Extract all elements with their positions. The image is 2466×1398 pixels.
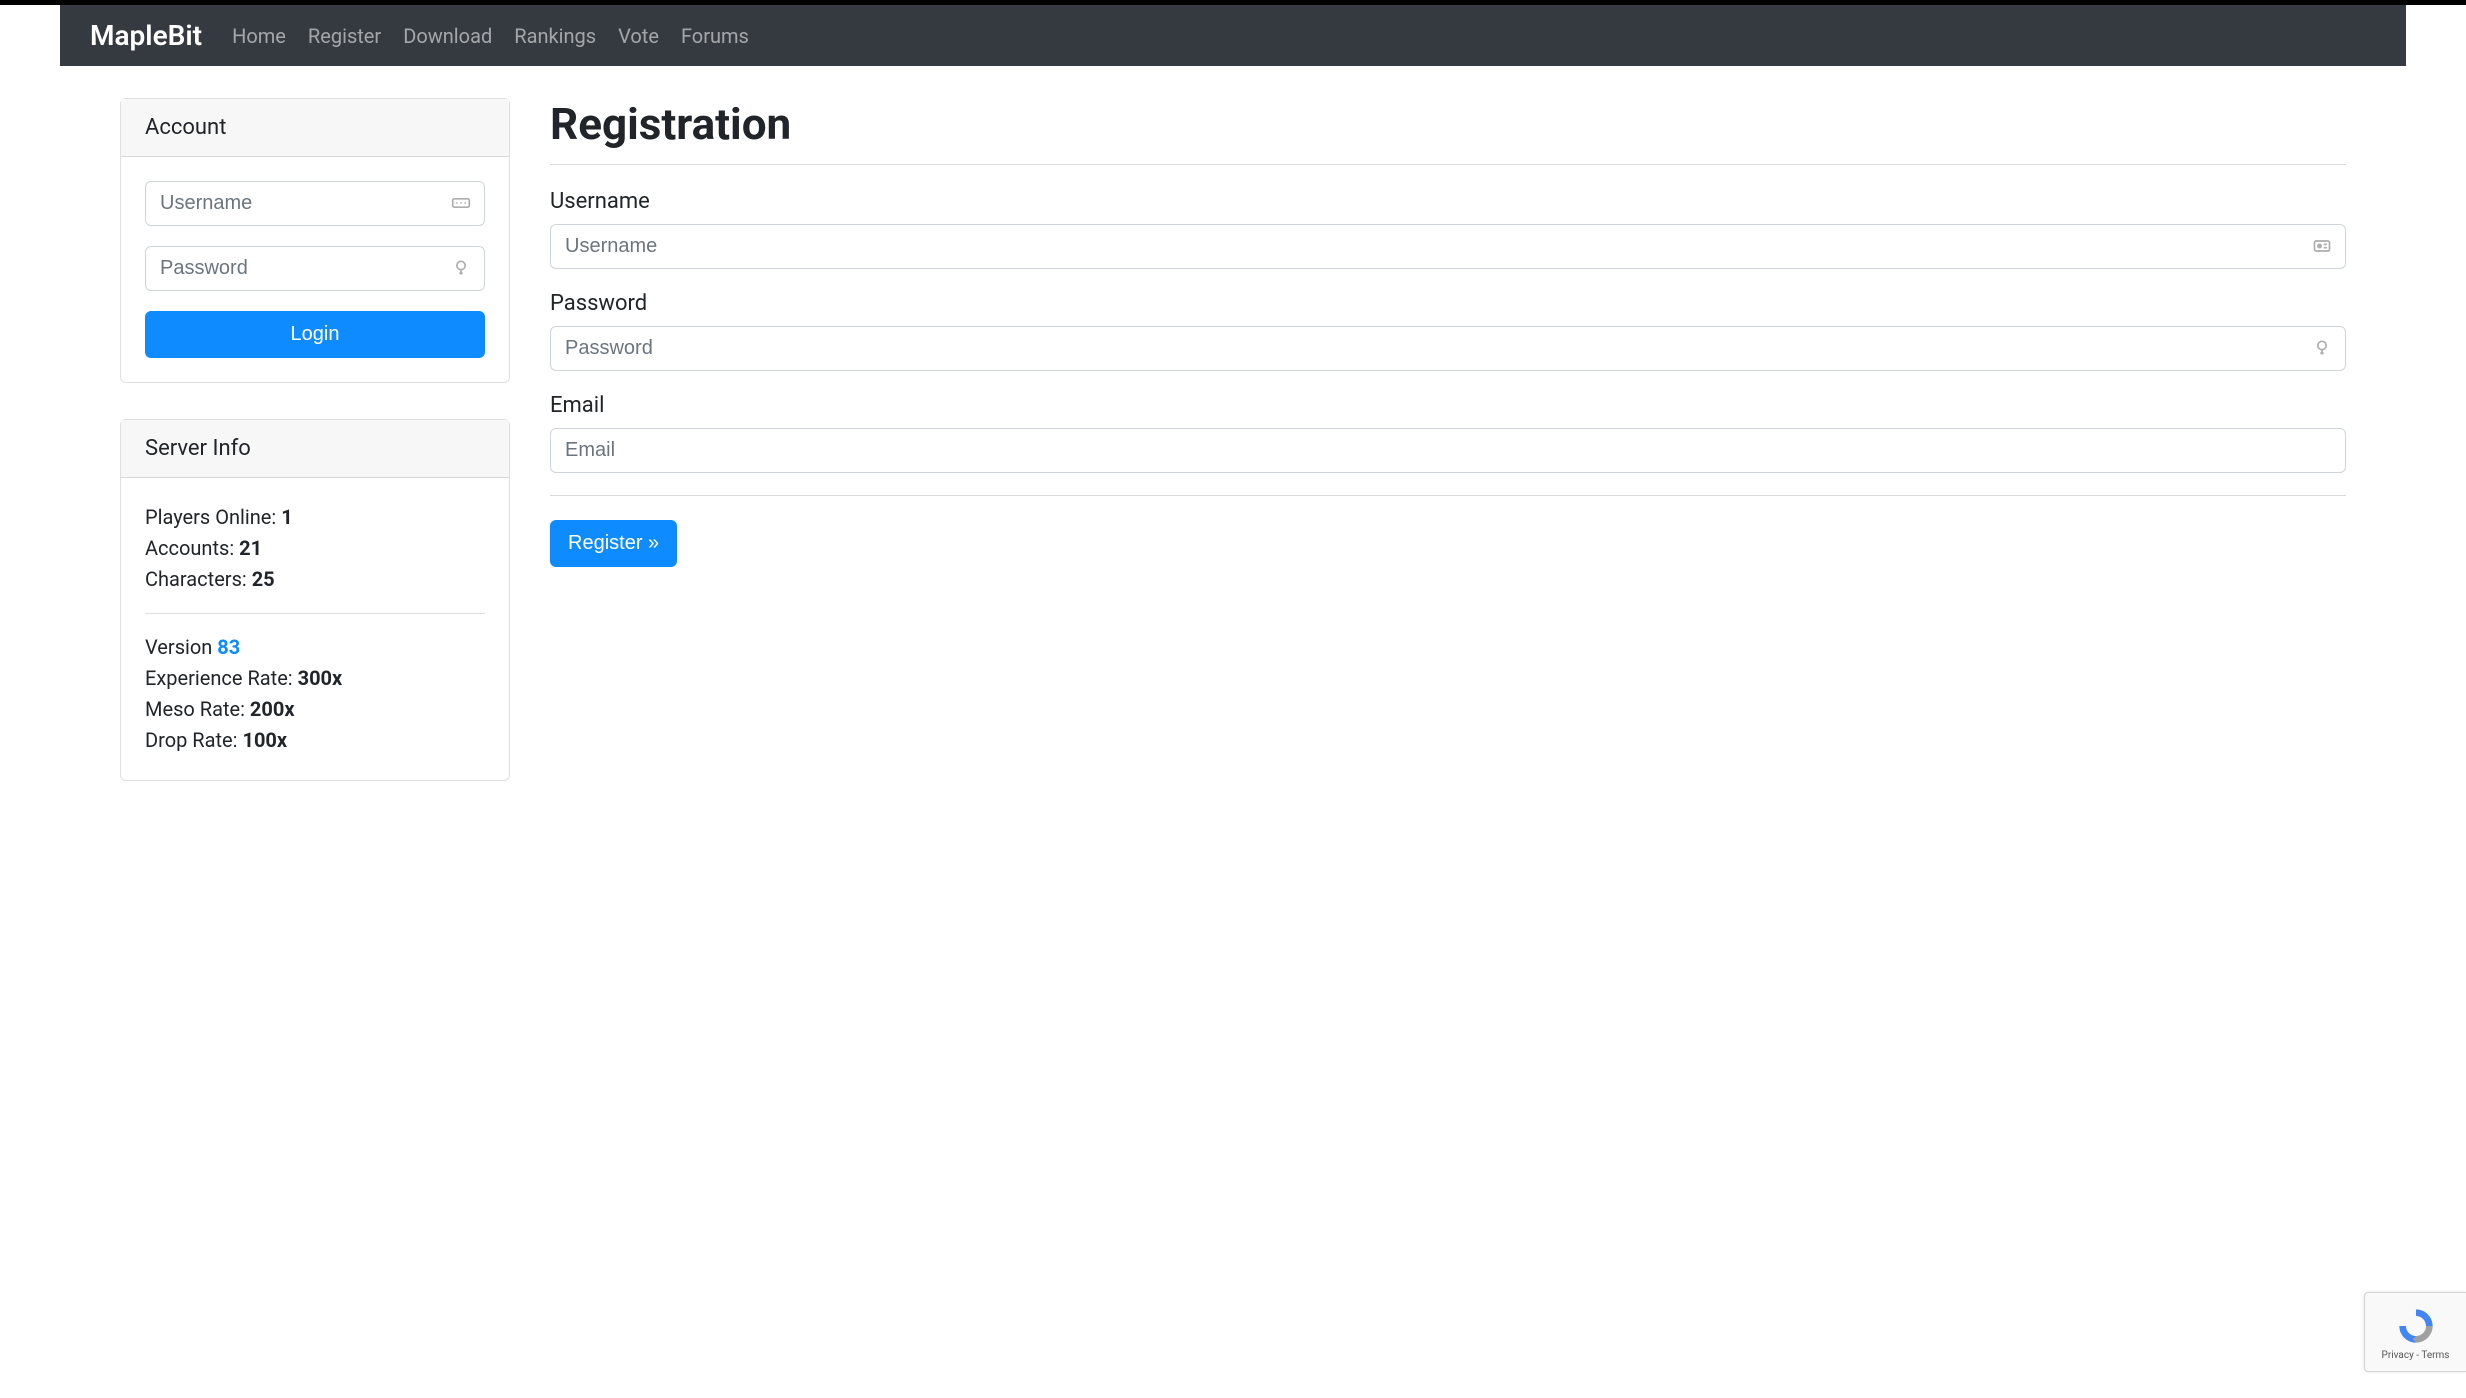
characters-value: 25 [252, 567, 275, 591]
drop-rate-value: 100x [242, 728, 287, 752]
account-card: Account Login [120, 98, 510, 383]
nav-vote[interactable]: Vote [618, 24, 659, 48]
key-icon [2312, 338, 2332, 358]
server-info-heading: Server Info [121, 420, 509, 478]
version-value: 83 [217, 635, 240, 659]
register-email-input[interactable] [550, 428, 2346, 473]
players-online-label: Players Online: [145, 505, 281, 529]
accounts-row: Accounts: 21 [145, 533, 485, 564]
navbar: MapleBit Home Register Download Rankings… [60, 5, 2406, 66]
key-icon [451, 258, 471, 278]
nav-rankings[interactable]: Rankings [514, 24, 596, 48]
exp-rate-row: Experience Rate: 300x [145, 663, 485, 694]
login-username-input[interactable] [145, 181, 485, 226]
form-divider [550, 495, 2346, 496]
meso-rate-label: Meso Rate: [145, 697, 250, 721]
recaptcha-footer: Privacy - Terms [2382, 1350, 2450, 1361]
nav-register[interactable]: Register [308, 24, 381, 48]
meso-rate-row: Meso Rate: 200x [145, 694, 485, 725]
login-password-input[interactable] [145, 246, 485, 291]
characters-label: Characters: [145, 567, 252, 591]
nav-forums[interactable]: Forums [681, 24, 749, 48]
title-divider [550, 164, 2346, 165]
nav-download[interactable]: Download [403, 24, 492, 48]
drop-rate-label: Drop Rate: [145, 728, 242, 752]
drop-rate-row: Drop Rate: 100x [145, 725, 485, 756]
players-online-value: 1 [281, 505, 292, 529]
register-password-input[interactable] [550, 326, 2346, 371]
characters-row: Characters: 25 [145, 564, 485, 595]
meso-rate-value: 200x [250, 697, 295, 721]
page-title: Registration [550, 98, 2346, 150]
divider [145, 613, 485, 614]
register-button[interactable]: Register » [550, 520, 677, 567]
keyboard-icon [451, 193, 471, 213]
main-content: Registration Username Password Email [550, 98, 2346, 817]
brand-link[interactable]: MapleBit [90, 19, 202, 52]
password-label: Password [550, 291, 2346, 316]
account-heading: Account [121, 99, 509, 157]
version-row: Version 83 [145, 632, 485, 663]
nav-home[interactable]: Home [232, 24, 286, 48]
sidebar: Account Login Server Info [120, 98, 510, 817]
id-card-icon [2312, 236, 2332, 256]
accounts-value: 21 [239, 536, 262, 560]
players-online-row: Players Online: 1 [145, 502, 485, 533]
server-info-card: Server Info Players Online: 1 Accounts: … [120, 419, 510, 781]
username-label: Username [550, 189, 2346, 214]
accounts-label: Accounts: [145, 536, 239, 560]
exp-rate-value: 300x [298, 666, 343, 690]
nav-links: Home Register Download Rankings Vote For… [232, 24, 749, 48]
recaptcha-icon [2396, 1306, 2436, 1346]
login-button[interactable]: Login [145, 311, 485, 358]
exp-rate-label: Experience Rate: [145, 666, 298, 690]
version-label: Version [145, 635, 217, 659]
register-username-input[interactable] [550, 224, 2346, 269]
recaptcha-badge[interactable]: Privacy - Terms [2364, 1292, 2466, 1372]
email-label: Email [550, 393, 2346, 418]
